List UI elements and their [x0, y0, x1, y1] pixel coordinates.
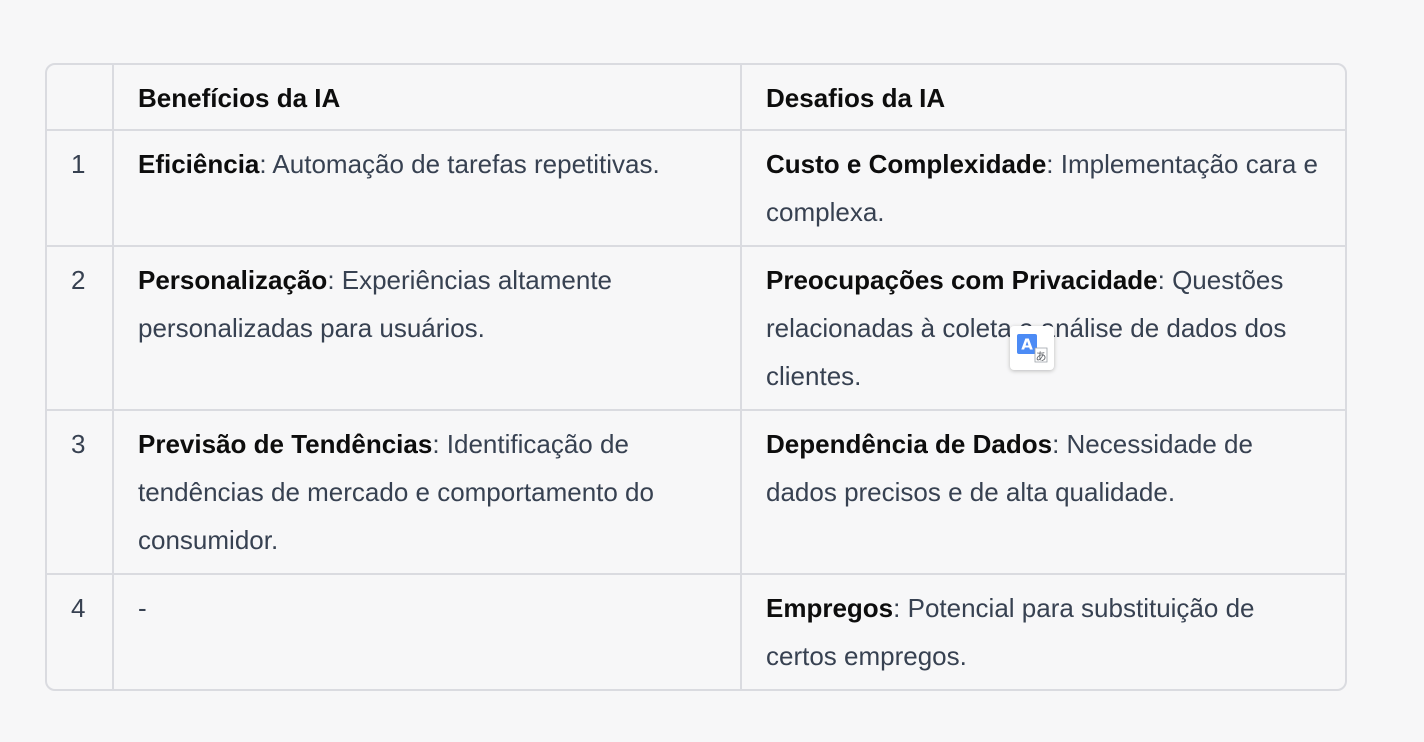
table-header-row: Benefícios da IA Desafios da IA: [47, 65, 1345, 131]
benefit-cell: Personalização: Experiências altamente p…: [113, 246, 742, 411]
table-row: 4 - Empregos: Potencial para substituiçã…: [47, 574, 1345, 689]
row-number: 4: [47, 574, 114, 689]
benefit-term: Eficiência: [138, 149, 260, 179]
benefit-term: Previsão de Tendências: [138, 429, 433, 459]
row-number: 3: [47, 410, 114, 575]
header-number: [47, 65, 114, 131]
benefit-cell: Eficiência: Automação de tarefas repetit…: [113, 130, 742, 247]
benefit-text: : Automação de tarefas repetitivas.: [259, 149, 660, 179]
challenge-cell: Custo e Complexidade: Implementação cara…: [741, 130, 1345, 247]
translate-icon: A あ: [1017, 334, 1048, 363]
benefit-text: -: [138, 593, 147, 623]
benefit-term: Personalização: [138, 265, 328, 295]
table-row: 2 Personalização: Experiências altamente…: [47, 246, 1345, 411]
challenge-term: Empregos: [766, 593, 894, 623]
challenge-term: Dependência de Dados: [766, 429, 1053, 459]
row-number: 1: [47, 130, 114, 247]
svg-text:あ: あ: [1036, 350, 1047, 363]
svg-text:A: A: [1021, 336, 1033, 354]
challenge-cell: Empregos: Potencial para substituição de…: [741, 574, 1345, 689]
header-benefits: Benefícios da IA: [113, 65, 742, 131]
challenge-term: Preocupações com Privacidade: [766, 265, 1158, 295]
challenge-cell: Dependência de Dados: Necessidade de dad…: [741, 410, 1345, 575]
header-challenges: Desafios da IA: [741, 65, 1345, 131]
table-row: 3 Previsão de Tendências: Identificação …: [47, 410, 1345, 575]
table-row: 1 Eficiência: Automação de tarefas repet…: [47, 130, 1345, 247]
comparison-table: Benefícios da IA Desafios da IA 1 Eficiê…: [47, 65, 1345, 689]
benefit-cell: Previsão de Tendências: Identificação de…: [113, 410, 742, 575]
row-number: 2: [47, 246, 114, 411]
comparison-table-container: Benefícios da IA Desafios da IA 1 Eficiê…: [45, 63, 1347, 691]
benefit-cell: -: [113, 574, 742, 689]
translate-popup-button[interactable]: A あ: [1010, 326, 1054, 370]
challenge-term: Custo e Complexidade: [766, 149, 1047, 179]
